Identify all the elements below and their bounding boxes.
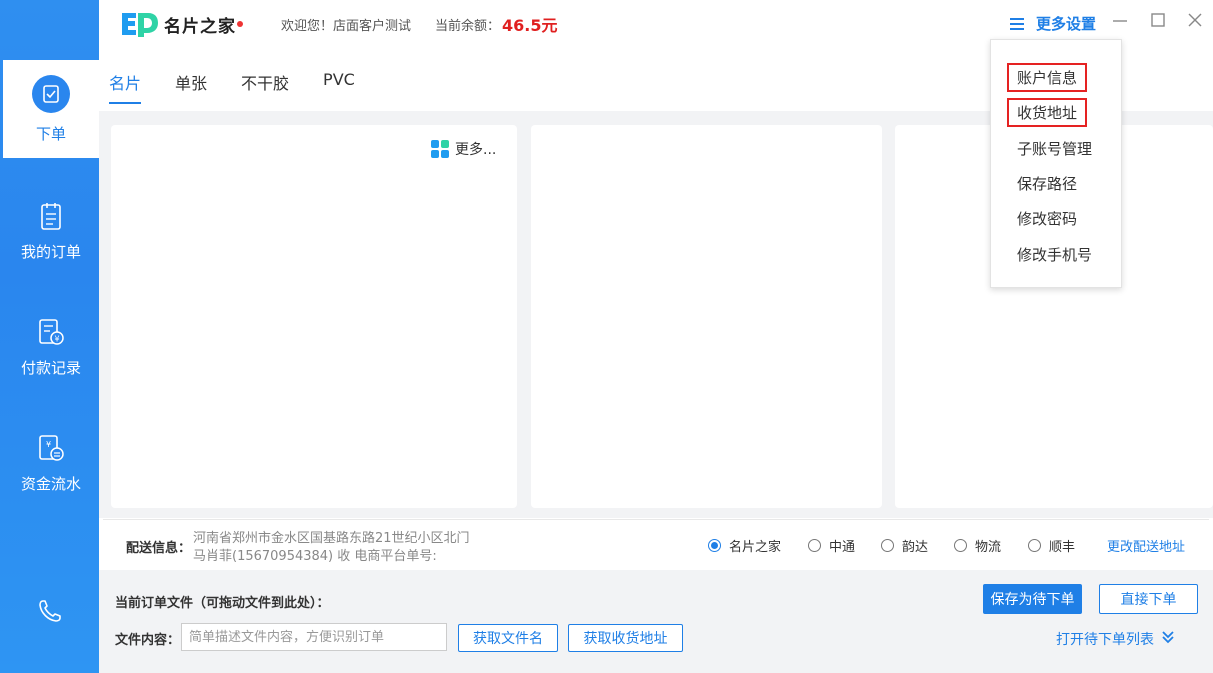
carrier-radio-zhongtong[interactable]: 中通 (808, 536, 855, 555)
menu-item-shipping-address[interactable]: 收货地址 (1007, 98, 1088, 127)
carrier-radio-shunfeng[interactable]: 顺丰 (1028, 536, 1075, 555)
file-title: 当前订单文件（可拖动文件到此处）： (115, 596, 330, 611)
tab-bar: 名片 单张 不干胶 PVC (109, 70, 389, 104)
tab-sticker[interactable]: 不干胶 (241, 70, 289, 104)
radio-icon (881, 539, 894, 552)
clipboard-icon (38, 201, 64, 231)
carrier-label: 中通 (829, 540, 856, 555)
sidebar-item-label: 付款记录 (20, 358, 81, 377)
change-address-link[interactable]: 更改配送地址 (1107, 536, 1185, 555)
get-filename-button[interactable]: 获取文件名 (458, 624, 558, 652)
double-chevron-down-icon (1161, 630, 1175, 648)
shipping-title: 配送信息： (126, 541, 192, 556)
direct-order-button[interactable]: 直接下单 (1099, 584, 1198, 614)
balance-value: 46.5元 (502, 16, 558, 35)
menu-item-sub-accounts[interactable]: 子账号管理 (1017, 138, 1092, 159)
sidebar-item-label: 我的订单 (20, 242, 81, 261)
payment-record-icon: ¥ (37, 317, 65, 347)
radio-icon (954, 539, 967, 552)
shipping-receiver: 马肖菲(15670954384) 收 电商平台单号: (193, 549, 437, 564)
minimize-icon[interactable] (1110, 10, 1130, 30)
shipping-address: 河南省郑州市金水区国基路东路21世纪小区北门 (193, 531, 470, 546)
sidebar-item-order[interactable]: 下单 (3, 60, 99, 158)
file-content-input[interactable] (181, 623, 447, 651)
carrier-label: 顺丰 (1049, 540, 1076, 555)
shipping-bar: 配送信息： 河南省郑州市金水区国基路东路21世纪小区北门 马肖菲(1567095… (103, 519, 1209, 567)
balance-label: 当前余额： (435, 19, 501, 34)
menu-item-change-password[interactable]: 修改密码 (1017, 208, 1077, 229)
svg-text:¥: ¥ (54, 334, 59, 343)
content-label: 文件内容： (115, 633, 181, 648)
save-pending-button[interactable]: 保存为待下单 (983, 584, 1082, 614)
sidebar: 下单 我的订单 ¥ 付款记录 ¥ 资金流水 (0, 0, 99, 673)
menu-item-change-phone[interactable]: 修改手机号 (1017, 244, 1092, 265)
cash-flow-icon: ¥ (37, 433, 65, 463)
carrier-label: 名片之家 (729, 540, 782, 555)
order-icon (32, 74, 70, 113)
carrier-radio-yunda[interactable]: 韵达 (881, 536, 928, 555)
welcome-text: 欢迎您！店面客户测试 (281, 19, 412, 34)
radio-icon (808, 539, 821, 552)
radio-icon (1028, 539, 1041, 552)
carrier-radio-mingpian[interactable]: 名片之家 (708, 536, 781, 555)
open-pending-list-link[interactable]: 打开待下单列表 (1056, 629, 1175, 649)
menu-item-save-path[interactable]: 保存路径 (1017, 173, 1077, 194)
menu-item-account-info[interactable]: 账户信息 (1007, 63, 1088, 92)
get-address-button[interactable]: 获取收货地址 (568, 624, 683, 652)
sidebar-item-cash-flow[interactable]: ¥ 资金流水 (3, 414, 99, 512)
tab-single-sheet[interactable]: 单张 (175, 70, 207, 104)
sidebar-item-label: 资金流水 (20, 474, 81, 493)
grid-icon (431, 140, 449, 158)
logo: 名片之家 (120, 10, 243, 38)
tab-business-card[interactable]: 名片 (109, 70, 142, 104)
open-pending-list-label: 打开待下单列表 (1056, 632, 1154, 648)
logo-icon (120, 10, 160, 38)
phone-icon[interactable] (35, 596, 65, 626)
sidebar-item-my-orders[interactable]: 我的订单 (3, 182, 99, 280)
logo-text: 名片之家 (164, 16, 236, 37)
close-icon[interactable] (1185, 10, 1205, 30)
more-settings-label: 更多设置 (1036, 15, 1097, 33)
carrier-label: 物流 (975, 540, 1002, 555)
sidebar-item-payment-records[interactable]: ¥ 付款记录 (3, 298, 99, 396)
order-file-area: 当前订单文件（可拖动文件到此处）： 文件内容： 获取文件名 获取收货地址 保存为… (99, 570, 1213, 673)
sidebar-item-label: 下单 (35, 124, 66, 143)
more-button[interactable]: 更多... (431, 139, 496, 159)
logo-dot (237, 21, 243, 27)
product-panel: 更多... (111, 125, 517, 508)
svg-text:¥: ¥ (46, 440, 51, 449)
menu-icon (1010, 15, 1024, 33)
radio-icon (708, 539, 721, 552)
carrier-label: 韵达 (902, 540, 929, 555)
settings-dropdown: 账户信息 收货地址 子账号管理 保存路径 修改密码 修改手机号 (990, 39, 1122, 288)
tab-pvc[interactable]: PVC (323, 70, 355, 104)
more-settings-button[interactable]: 更多设置 (1010, 13, 1096, 34)
product-panel (531, 125, 882, 508)
more-label: 更多... (455, 142, 497, 158)
carrier-radio-logistics[interactable]: 物流 (954, 536, 1001, 555)
maximize-icon[interactable] (1148, 10, 1168, 30)
